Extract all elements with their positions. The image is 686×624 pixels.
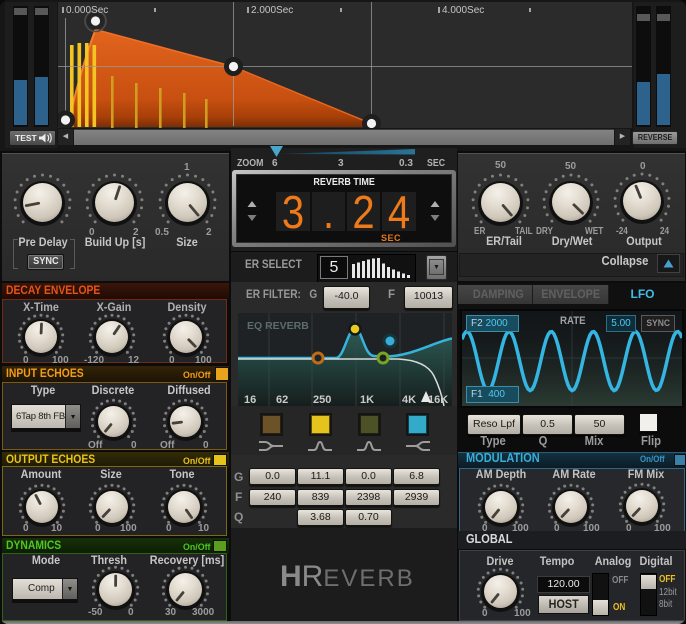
svg-text:16: 16 <box>244 394 256 406</box>
svg-text:62: 62 <box>276 394 288 406</box>
svg-text:EQ REVERB: EQ REVERB <box>247 320 309 332</box>
svg-text:16K: 16K <box>428 394 448 406</box>
svg-text:1K: 1K <box>360 394 374 406</box>
svg-text:250: 250 <box>313 394 331 406</box>
svg-text:4K: 4K <box>402 394 416 406</box>
